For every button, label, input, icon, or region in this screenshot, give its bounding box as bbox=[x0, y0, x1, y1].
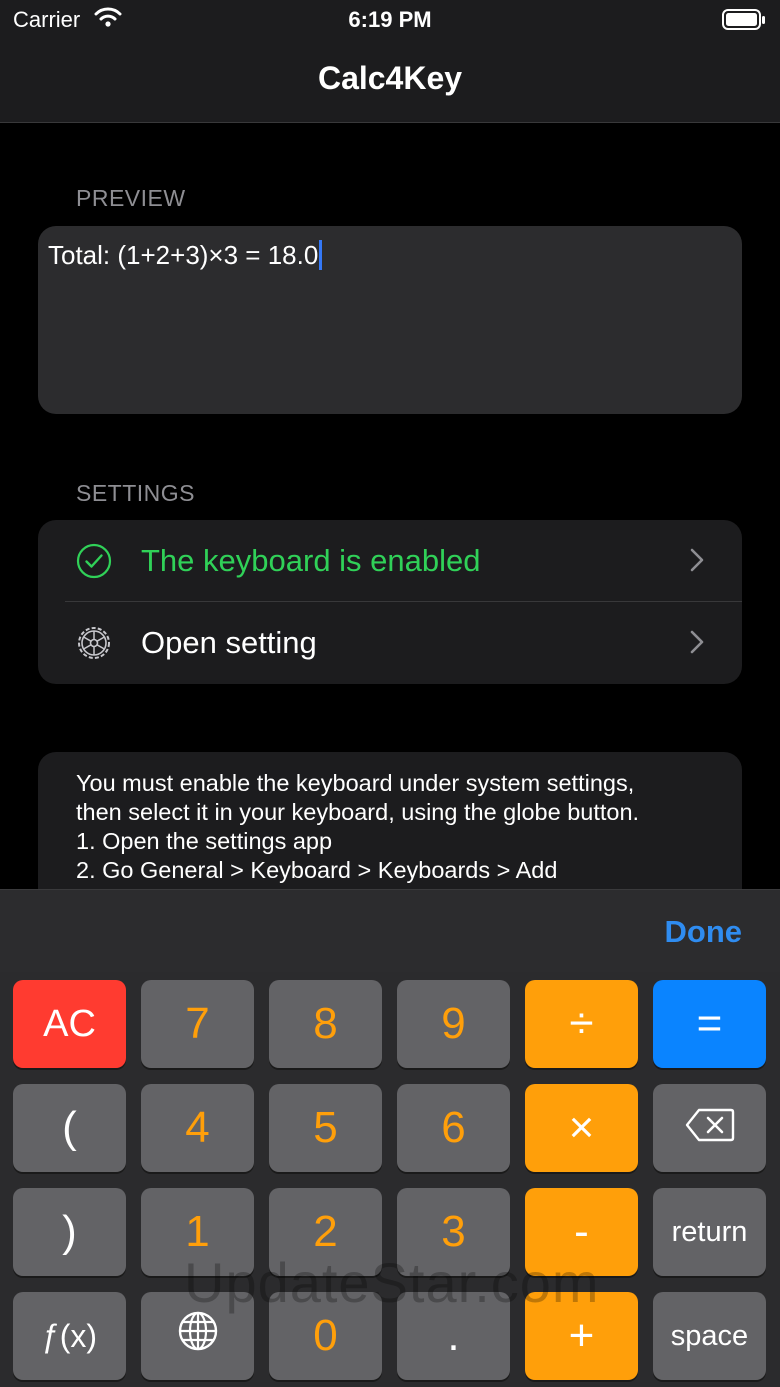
instruction-line: 1. Open the settings app bbox=[76, 828, 333, 854]
globe-key[interactable] bbox=[141, 1292, 254, 1380]
done-button[interactable]: Done bbox=[665, 914, 743, 950]
open-setting-row[interactable]: Open setting bbox=[38, 602, 742, 684]
backspace-icon bbox=[685, 1103, 735, 1153]
plus-key[interactable]: + bbox=[525, 1292, 638, 1380]
preview-text: Total: (1+2+3)×3 = 18.0 bbox=[48, 240, 319, 270]
chevron-right-icon bbox=[690, 630, 704, 659]
chevron-right-icon bbox=[690, 548, 704, 577]
instruction-line: You must enable the keyboard under syste… bbox=[76, 770, 635, 796]
digit-5-key[interactable]: 5 bbox=[269, 1084, 382, 1172]
keyboard-enabled-row[interactable]: The keyboard is enabled bbox=[38, 520, 742, 602]
digit-4-key[interactable]: 4 bbox=[141, 1084, 254, 1172]
navigation-bar: Calc4Key bbox=[0, 40, 780, 123]
settings-section-label: SETTINGS bbox=[76, 480, 196, 506]
checkmark-circle-icon bbox=[76, 543, 112, 584]
globe-icon bbox=[177, 1310, 219, 1363]
preview-text-area[interactable]: Total: (1+2+3)×3 = 18.0 bbox=[38, 226, 742, 414]
digit-9-key[interactable]: 9 bbox=[397, 980, 510, 1068]
settings-group: The keyboard is enabled Open setting bbox=[38, 520, 742, 684]
digit-2-key[interactable]: 2 bbox=[269, 1188, 382, 1276]
gear-icon bbox=[76, 625, 112, 666]
digit-0-key[interactable]: 0 bbox=[269, 1292, 382, 1380]
open-paren-key[interactable]: ( bbox=[13, 1084, 126, 1172]
digit-8-key[interactable]: 8 bbox=[269, 980, 382, 1068]
function-key[interactable]: ƒ(x) bbox=[13, 1292, 126, 1380]
close-paren-key[interactable]: ) bbox=[13, 1188, 126, 1276]
battery-icon bbox=[722, 9, 766, 36]
space-key[interactable]: space bbox=[653, 1292, 766, 1380]
status-time: 6:19 PM bbox=[348, 7, 432, 32]
return-key[interactable]: return bbox=[653, 1188, 766, 1276]
status-bar: Carrier 6:19 PM bbox=[0, 0, 780, 40]
equals-key[interactable]: = bbox=[653, 980, 766, 1068]
multiply-key[interactable]: × bbox=[525, 1084, 638, 1172]
open-setting-label: Open setting bbox=[141, 625, 317, 660]
preview-section-label: PREVIEW bbox=[76, 185, 186, 211]
decimal-point-key[interactable]: . bbox=[397, 1292, 510, 1380]
digit-3-key[interactable]: 3 bbox=[397, 1188, 510, 1276]
digit-1-key[interactable]: 1 bbox=[141, 1188, 254, 1276]
minus-key[interactable]: - bbox=[525, 1188, 638, 1276]
divide-key[interactable]: ÷ bbox=[525, 980, 638, 1068]
digit-6-key[interactable]: 6 bbox=[397, 1084, 510, 1172]
text-cursor bbox=[319, 240, 323, 270]
clear-key[interactable]: AC bbox=[13, 980, 126, 1068]
page-title: Calc4Key bbox=[317, 60, 463, 96]
instruction-line: 2. Go General > Keyboard > Keyboards > A… bbox=[76, 857, 558, 883]
instruction-line: then select it in your keyboard, using t… bbox=[76, 799, 640, 825]
digit-7-key[interactable]: 7 bbox=[141, 980, 254, 1068]
keyboard-enabled-label: The keyboard is enabled bbox=[141, 543, 481, 578]
backspace-key[interactable] bbox=[653, 1084, 766, 1172]
keyboard-toolbar: Done bbox=[0, 889, 780, 973]
calculator-keyboard: AC 7 8 9 ÷ = ( 4 5 6 × ) 1 2 3 - return … bbox=[0, 972, 780, 1387]
